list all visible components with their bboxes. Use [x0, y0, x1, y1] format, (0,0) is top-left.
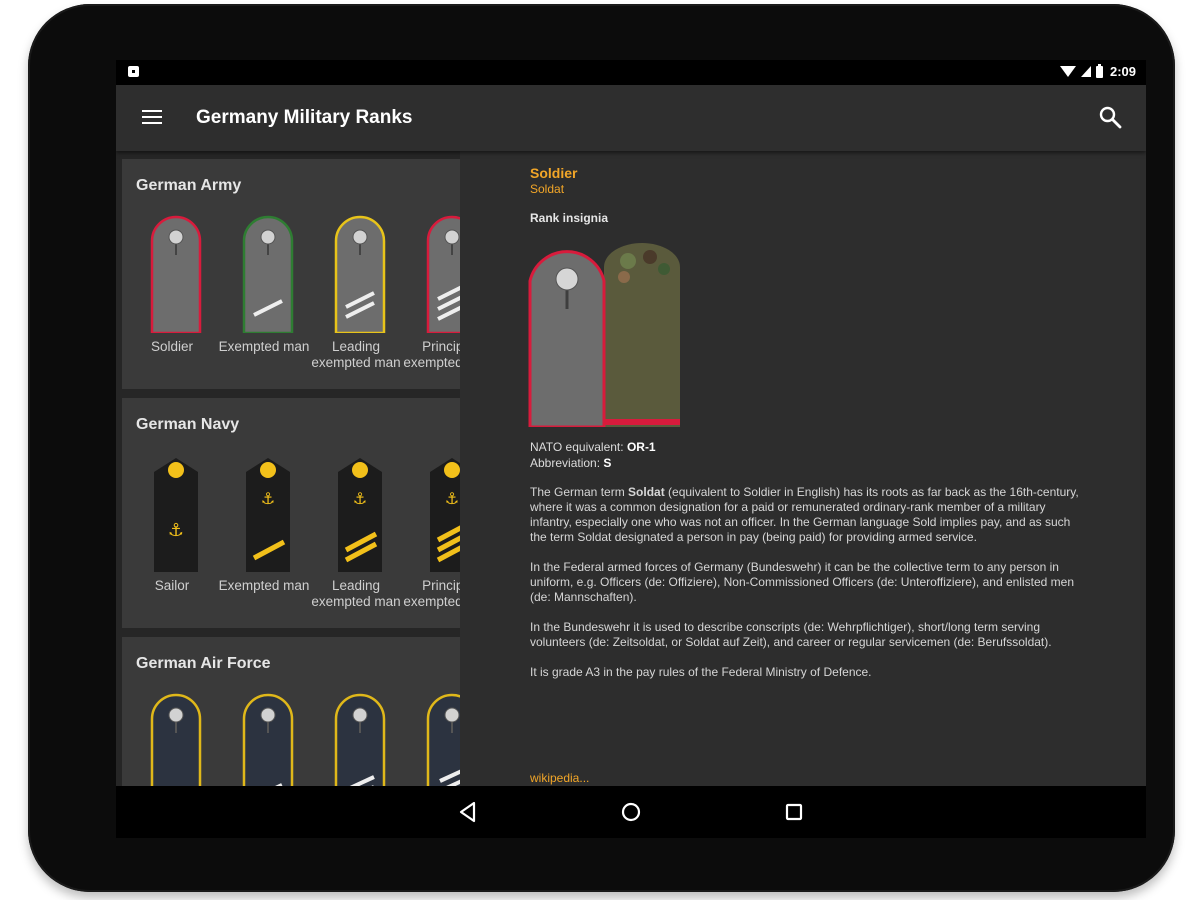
description-paragraph: In the Bundeswehr it is used to describe…	[530, 620, 1052, 649]
description-paragraph: It is grade A3 in the pay rules of the F…	[530, 665, 872, 679]
description-paragraph: In the Federal armed forces of Germany (…	[530, 560, 1074, 604]
abbreviation-label: Abbreviation:	[530, 456, 604, 470]
tablet-frame: 2:09 Germany Military Ranks German Army	[28, 4, 1175, 892]
navy-sailor-insignia-icon: ⚓	[154, 458, 198, 572]
rank-label: Leading exempted man	[311, 339, 401, 370]
detail-meta: NATO equivalent: OR-1 Abbreviation: S	[530, 439, 656, 471]
section-german-army: German Army Soldier Exempted man Leading…	[122, 159, 460, 389]
section-title: German Army	[136, 177, 242, 194]
airforce-insignia-icon	[242, 693, 294, 786]
notification-icon	[128, 66, 139, 77]
back-icon[interactable]	[454, 798, 482, 826]
rank-item-army-exempted[interactable]: Exempted man	[218, 215, 310, 385]
svg-text:⚓: ⚓	[168, 520, 184, 541]
content-area: German Army Soldier Exempted man Leading…	[116, 151, 1146, 786]
rank-item-navy-sailor[interactable]: ⚓ Sailor	[126, 454, 218, 624]
section-german-navy: German Navy ⚓ Sailor ⚓ Exempted man ⚓ Le…	[122, 398, 460, 628]
signal-icon	[1080, 66, 1091, 77]
detail-title: Soldier	[530, 165, 578, 181]
airforce-insignia-icon	[150, 693, 202, 786]
navy-principal-insignia-icon: ⚓	[430, 458, 460, 572]
rank-item-navy-exempted[interactable]: ⚓ Exempted man	[218, 454, 310, 624]
rank-item-army-principal[interactable]: Principal exempted man	[402, 215, 460, 385]
wikipedia-link[interactable]: wikipedia...	[530, 771, 589, 785]
rank-label: Leading exempted man	[311, 578, 401, 609]
detail-subtitle: Soldat	[530, 182, 565, 196]
rank-label: Principal exempted man	[403, 339, 460, 370]
bold-term: Soldat	[628, 485, 665, 499]
section-title: German Navy	[136, 416, 240, 433]
rank-item-airforce-2[interactable]	[218, 693, 310, 786]
text-run: The German term	[530, 485, 629, 499]
rank-label: Principal exempted man	[403, 578, 460, 609]
rank-label: Exempted man	[218, 578, 310, 593]
section-title: German Air Force	[136, 655, 271, 672]
rank-label: Soldier	[150, 339, 194, 354]
screen: 2:09 Germany Military Ranks German Army	[116, 60, 1146, 838]
army-leading-insignia-icon	[334, 215, 386, 333]
rank-item-airforce-4[interactable]	[402, 693, 460, 786]
section-german-air-force: German Air Force	[122, 637, 460, 786]
soldier-insignia-icon	[528, 243, 680, 427]
svg-text:⚓: ⚓	[353, 489, 367, 508]
rank-list-pane[interactable]: German Army Soldier Exempted man Leading…	[116, 151, 460, 786]
abbreviation-value: S	[603, 456, 612, 470]
status-time: 2:09	[1109, 64, 1136, 79]
navigation-bar	[116, 786, 1146, 838]
detail-description: The German term Soldat (equivalent to So…	[530, 485, 1082, 695]
airforce-insignia-icon	[426, 693, 460, 786]
rank-item-army-soldier[interactable]: Soldier	[126, 215, 218, 385]
wifi-icon	[1059, 66, 1076, 77]
insignia-heading: Rank insignia	[530, 211, 609, 225]
navy-leading-insignia-icon: ⚓	[338, 458, 382, 572]
army-exempted-insignia-icon	[242, 215, 294, 333]
svg-text:⚓: ⚓	[445, 489, 459, 508]
status-bar: 2:09	[116, 60, 1146, 85]
menu-icon[interactable]	[142, 110, 162, 124]
svg-text:⚓: ⚓	[261, 489, 275, 508]
rank-item-army-leading[interactable]: Leading exempted man	[310, 215, 402, 385]
rank-item-airforce-3[interactable]	[310, 693, 402, 786]
home-icon[interactable]	[617, 798, 645, 826]
description-paragraph: The German term Soldat (equivalent to So…	[530, 485, 1082, 545]
rank-item-airforce-1[interactable]	[126, 693, 218, 786]
army-principal-insignia-icon	[426, 215, 460, 333]
battery-icon	[1095, 63, 1103, 78]
app-title: Germany Military Ranks	[196, 107, 413, 128]
rank-item-navy-principal[interactable]: ⚓ Principal exempted man	[402, 454, 460, 624]
airforce-insignia-icon	[334, 693, 386, 786]
navy-exempted-insignia-icon: ⚓	[246, 458, 290, 572]
rank-detail-pane[interactable]: Soldier Soldat Rank insignia NATO equiva…	[460, 151, 1146, 786]
rank-label: Sailor	[154, 578, 190, 593]
nato-value: OR-1	[626, 440, 656, 454]
rank-label: Exempted man	[218, 339, 310, 354]
app-bar: Germany Military Ranks	[116, 85, 1146, 151]
army-soldier-insignia-icon	[150, 215, 202, 333]
search-icon[interactable]	[1098, 105, 1122, 129]
rank-item-navy-leading[interactable]: ⚓ Leading exempted man	[310, 454, 402, 624]
nato-label: NATO equivalent:	[530, 440, 627, 454]
recents-icon[interactable]	[780, 798, 808, 826]
